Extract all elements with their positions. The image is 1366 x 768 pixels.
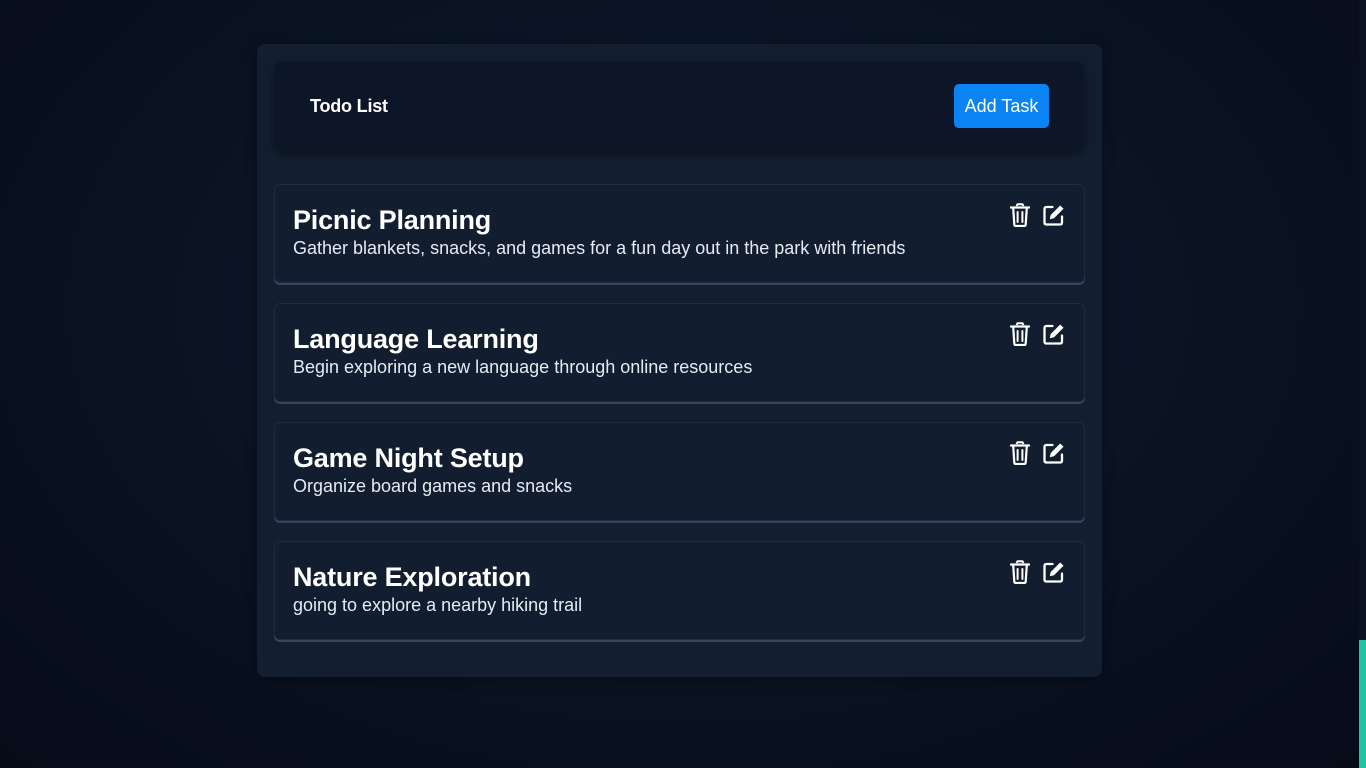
task-card: Game Night Setup Organize board games an… [274, 422, 1085, 521]
trash-icon[interactable] [1009, 322, 1031, 346]
task-title: Picnic Planning [293, 205, 492, 235]
task-card: Language Learning Begin exploring a new … [274, 303, 1085, 402]
task-description: Organize board games and snacks [293, 476, 573, 496]
task-actions [1009, 441, 1065, 465]
task-description: Begin exploring a new language through o… [293, 357, 753, 377]
trash-icon[interactable] [1009, 203, 1031, 227]
add-task-button[interactable]: Add Task [954, 84, 1049, 128]
task-description: going to explore a nearby hiking trail [293, 595, 583, 615]
task-title: Language Learning [293, 324, 539, 354]
edit-icon[interactable] [1043, 441, 1065, 465]
trash-icon[interactable] [1009, 560, 1031, 584]
task-actions [1009, 322, 1065, 346]
task-title: Nature Exploration [293, 562, 531, 592]
todo-panel: Todo List Add Task Picnic Planning Gathe… [257, 44, 1102, 677]
edit-icon[interactable] [1043, 322, 1065, 346]
scrollbar-thumb[interactable] [1359, 640, 1366, 768]
task-description: Gather blankets, snacks, and games for a… [293, 238, 906, 258]
scrollbar-track[interactable] [1359, 0, 1366, 768]
task-actions [1009, 203, 1065, 227]
header: Todo List Add Task [275, 62, 1084, 150]
task-card: Nature Exploration going to explore a ne… [274, 541, 1085, 640]
edit-icon[interactable] [1043, 203, 1065, 227]
trash-icon[interactable] [1009, 441, 1031, 465]
task-list: Picnic Planning Gather blankets, snacks,… [274, 184, 1085, 660]
edit-icon[interactable] [1043, 560, 1065, 584]
page-title: Todo List [310, 95, 388, 116]
task-actions [1009, 560, 1065, 584]
task-card: Picnic Planning Gather blankets, snacks,… [274, 184, 1085, 283]
task-title: Game Night Setup [293, 443, 524, 473]
